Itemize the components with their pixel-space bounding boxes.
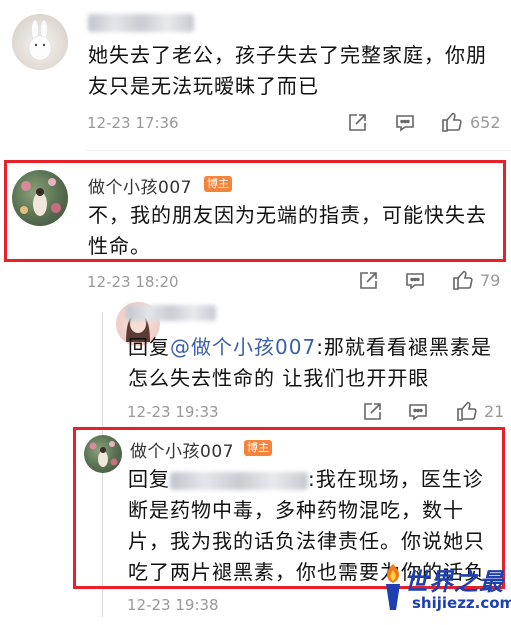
comment-icon[interactable]: [394, 112, 416, 134]
comment-text: 她失去了老公，孩子失去了完整家庭，你朋友只是无法玩暧昧了而已: [88, 43, 487, 98]
watermark-url: shijiezz.com: [412, 594, 511, 612]
reply-prefix: 回复: [128, 335, 170, 359]
username-blurred[interactable]: [88, 14, 194, 32]
rabbit-avatar-image: [28, 19, 52, 61]
like-icon[interactable]: [451, 268, 475, 292]
avatar[interactable]: [84, 435, 122, 473]
watermark: 世界之最 shijiezz.com: [378, 552, 511, 622]
watermark-title: 世界之最: [404, 568, 504, 596]
mention-blurred[interactable]: [170, 471, 308, 490]
avatar[interactable]: [12, 14, 68, 70]
like-icon[interactable]: [440, 110, 464, 134]
mention-link[interactable]: @做个小孩007: [170, 335, 316, 359]
reply-time: 12-23 19:33: [127, 403, 219, 421]
floral-avatar-image: [89, 441, 118, 467]
reply-time: 12-23 19:38: [127, 596, 219, 614]
username-blurred[interactable]: [126, 305, 216, 321]
like-count: 652: [470, 113, 501, 132]
floral-avatar-image: [20, 178, 61, 216]
comment-time: 12-23 18:20: [87, 273, 179, 291]
like-count: 79: [480, 271, 501, 290]
username[interactable]: 做个小孩007: [130, 437, 234, 462]
like-icon[interactable]: [455, 399, 479, 423]
author-badge: 博主: [244, 440, 272, 456]
username[interactable]: 做个小孩007: [88, 173, 192, 198]
share-icon[interactable]: [357, 270, 379, 292]
divider: [86, 150, 511, 151]
comment-icon[interactable]: [404, 270, 426, 292]
reply-prefix: 回复: [128, 467, 170, 491]
author-badge: 博主: [204, 176, 232, 192]
comment-icon[interactable]: [407, 401, 429, 423]
avatar[interactable]: [12, 170, 68, 226]
comment-text: 不，我的朋友因为无端的指责，可能快失去性命。: [88, 203, 487, 258]
like-count: 21: [484, 402, 505, 421]
share-icon[interactable]: [361, 401, 383, 423]
reply-text: 回复@做个小孩007:那就看看褪黑素是怎么失去性命的 让我们也开开眼: [128, 332, 493, 394]
share-icon[interactable]: [346, 112, 368, 134]
comment-time: 12-23 17:36: [87, 114, 179, 132]
